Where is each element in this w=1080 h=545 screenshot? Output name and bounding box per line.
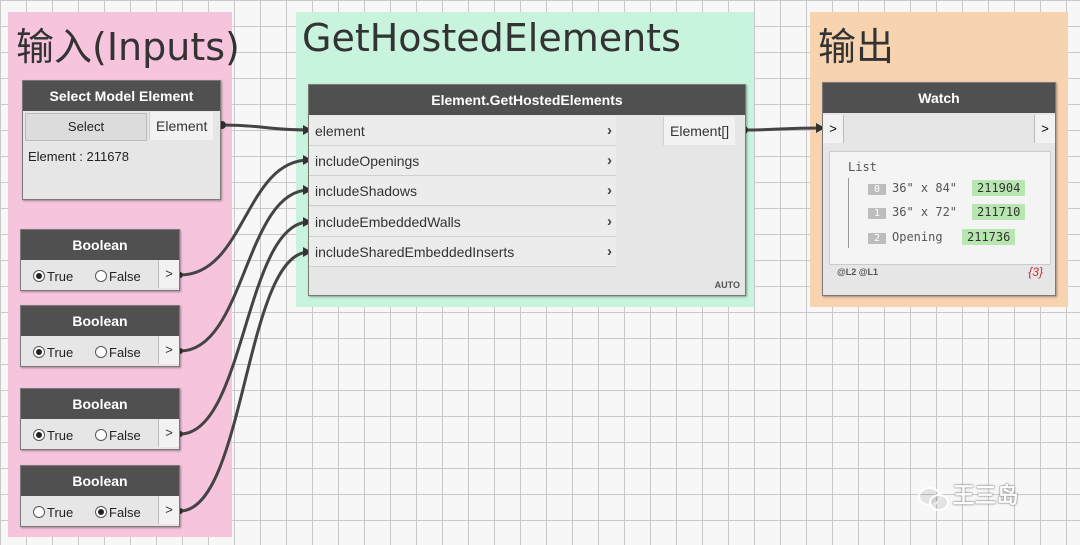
- chevron-right-icon: ›: [607, 182, 612, 199]
- input-port-include-embedded-walls[interactable]: includeEmbeddedWalls ›: [309, 207, 616, 237]
- wire-shared-inserts: [179, 250, 310, 513]
- boolean-node[interactable]: Boolean True False >: [20, 305, 180, 367]
- list-item[interactable]: 1 36" x 72" 211710: [868, 204, 1026, 220]
- chevron-right-icon: ›: [607, 213, 612, 230]
- node-header[interactable]: Watch: [823, 83, 1055, 113]
- false-radio[interactable]: False: [95, 504, 141, 522]
- port-label: includeEmbeddedWalls: [315, 214, 461, 230]
- true-radio[interactable]: True: [33, 344, 73, 362]
- node-header[interactable]: Boolean: [21, 230, 179, 260]
- node-header[interactable]: Boolean: [21, 466, 179, 496]
- selection-readout: Element : 211678: [28, 149, 129, 164]
- radio-selected-icon: [33, 429, 45, 441]
- item-name: 36" x 84": [892, 181, 958, 195]
- input-port-include-shadows[interactable]: includeShadows ›: [309, 176, 616, 206]
- port-label: includeShadows: [315, 183, 417, 199]
- input-port-include-openings[interactable]: includeOpenings ›: [309, 146, 616, 176]
- radio-selected-icon: [33, 346, 45, 358]
- get-hosted-elements-node[interactable]: Element.GetHostedElements element › incl…: [308, 84, 746, 296]
- radio-unselected-icon: [33, 506, 45, 518]
- true-label: True: [47, 345, 74, 360]
- wire-embedded-walls: [179, 220, 310, 436]
- node-header[interactable]: Boolean: [21, 389, 179, 419]
- list-levels: @L2 @L1: [837, 267, 879, 277]
- output-port[interactable]: >: [158, 336, 179, 364]
- true-label: True: [47, 428, 74, 443]
- input-port-include-shared-embedded-inserts[interactable]: includeSharedEmbeddedInserts ›: [309, 237, 616, 267]
- watch-node[interactable]: Watch > > List 0 36" x 84" 211904 1 36" x 7…: [822, 82, 1056, 296]
- output-port-element-list[interactable]: Element[]: [663, 117, 736, 145]
- false-label: False: [109, 428, 141, 443]
- boolean-node[interactable]: Boolean True False >: [20, 388, 180, 450]
- select-model-element-node[interactable]: Select Model Element Select Element Elem…: [22, 80, 221, 200]
- item-name: 36" x 72": [892, 205, 958, 219]
- true-radio[interactable]: True: [33, 504, 73, 522]
- element-id[interactable]: 211710: [972, 204, 1026, 220]
- wechat-icon: [918, 485, 949, 511]
- node-header[interactable]: Select Model Element: [23, 81, 220, 111]
- false-label: False: [109, 269, 141, 284]
- chevron-right-icon: ›: [607, 243, 612, 260]
- element-id[interactable]: 211736: [962, 229, 1016, 245]
- radio-selected-icon: [95, 506, 107, 518]
- true-radio[interactable]: True: [33, 268, 73, 286]
- output-port[interactable]: >: [158, 496, 179, 524]
- list-index: 1: [868, 208, 886, 219]
- list-index: 0: [868, 184, 886, 195]
- select-button[interactable]: Select: [25, 113, 147, 141]
- radio-unselected-icon: [95, 429, 107, 441]
- chevron-right-icon: ›: [607, 122, 612, 139]
- list-item[interactable]: 0 36" x 84" 211904: [868, 180, 1026, 196]
- wire-element: [221, 123, 310, 132]
- input-port[interactable]: >: [823, 115, 844, 143]
- list-index: 2: [868, 233, 886, 244]
- port-label: element: [315, 123, 365, 139]
- list-label: List: [848, 160, 877, 174]
- item-name: Opening: [892, 230, 943, 244]
- true-label: True: [47, 505, 74, 520]
- false-radio[interactable]: False: [95, 427, 141, 445]
- true-radio[interactable]: True: [33, 427, 73, 445]
- port-label: includeOpenings: [315, 153, 420, 169]
- port-label: includeSharedEmbeddedInserts: [315, 244, 515, 260]
- false-radio[interactable]: False: [95, 344, 141, 362]
- true-label: True: [47, 269, 74, 284]
- input-port-element[interactable]: element ›: [309, 116, 616, 146]
- watch-list-panel[interactable]: List 0 36" x 84" 211904 1 36" x 72" 211710 2…: [829, 151, 1051, 265]
- watermark: 王三岛: [918, 481, 1018, 513]
- radio-unselected-icon: [95, 270, 107, 282]
- wire-output: [743, 126, 823, 132]
- output-port[interactable]: >: [1034, 115, 1055, 143]
- false-label: False: [109, 505, 141, 520]
- radio-unselected-icon: [95, 346, 107, 358]
- node-header[interactable]: Element.GetHostedElements: [309, 85, 745, 115]
- boolean-node[interactable]: Boolean True False >: [20, 465, 180, 527]
- false-label: False: [109, 345, 141, 360]
- chevron-right-icon: ›: [607, 152, 612, 169]
- list-tree-line: [848, 178, 849, 248]
- false-radio[interactable]: False: [95, 268, 141, 286]
- node-header[interactable]: Boolean: [21, 306, 179, 336]
- output-port[interactable]: >: [158, 419, 179, 447]
- watermark-text: 王三岛: [952, 484, 1019, 509]
- lacing-label[interactable]: AUTO: [715, 280, 740, 290]
- boolean-node[interactable]: Boolean True False >: [20, 229, 180, 291]
- output-port-element[interactable]: Element: [149, 112, 214, 140]
- list-item[interactable]: 2 Opening 211736: [868, 229, 1016, 245]
- output-port[interactable]: >: [158, 260, 179, 288]
- element-id[interactable]: 211904: [972, 180, 1026, 196]
- radio-selected-icon: [33, 270, 45, 282]
- list-count: {3}: [1028, 265, 1043, 279]
